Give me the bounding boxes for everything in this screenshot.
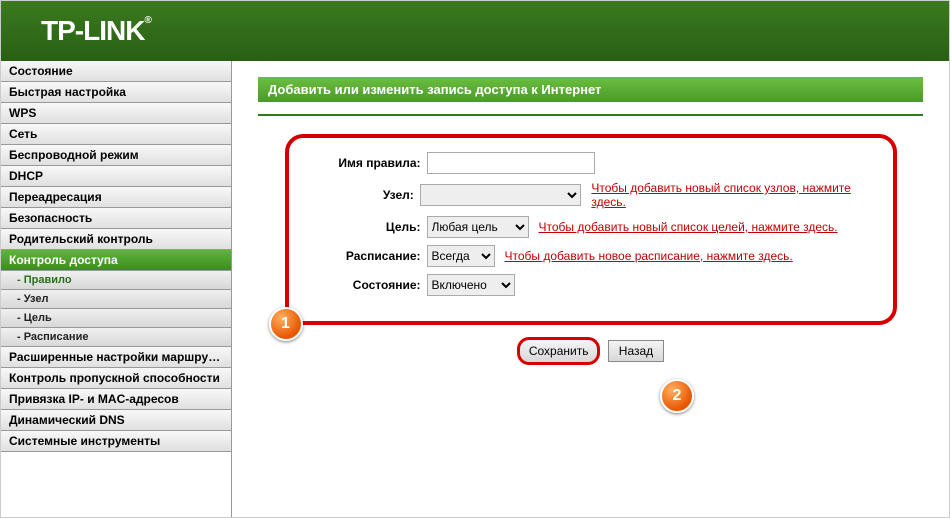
button-bar: Сохранить Назад bbox=[258, 337, 923, 365]
add-host-link[interactable]: Чтобы добавить новый список узлов, нажми… bbox=[591, 181, 870, 209]
sidebar-sub-9-1[interactable]: - Узел bbox=[1, 290, 231, 309]
sidebar-item-10[interactable]: Расширенные настройки маршрутизации bbox=[1, 347, 231, 368]
target-label: Цель: bbox=[311, 220, 427, 234]
content-area: Добавить или изменить запись доступа к И… bbox=[232, 61, 949, 517]
divider bbox=[258, 114, 923, 116]
sidebar-item-8[interactable]: Родительский контроль bbox=[1, 229, 231, 250]
router-admin-page: TP-LINK® СостояниеБыстрая настройкаWPSСе… bbox=[0, 0, 950, 518]
form-highlight-box: Имя правила: Узел: Чтобы добавить новый … bbox=[285, 134, 897, 325]
schedule-label: Расписание: bbox=[311, 249, 427, 263]
sidebar-item-3[interactable]: Сеть bbox=[1, 124, 231, 145]
page-title: Добавить или изменить запись доступа к И… bbox=[258, 77, 923, 102]
annotation-marker-2: 2 bbox=[660, 379, 694, 413]
schedule-select[interactable]: Всегда bbox=[427, 245, 495, 267]
add-target-link[interactable]: Чтобы добавить новый список целей, нажми… bbox=[539, 220, 838, 234]
sidebar-sub-9-3[interactable]: - Расписание bbox=[1, 328, 231, 347]
header: TP-LINK® bbox=[1, 1, 949, 61]
state-label: Состояние: bbox=[311, 278, 427, 292]
add-schedule-link[interactable]: Чтобы добавить новое расписание, нажмите… bbox=[505, 249, 793, 263]
sidebar-item-9[interactable]: Контроль доступа bbox=[1, 250, 231, 271]
rule-name-input[interactable] bbox=[427, 152, 595, 174]
sidebar-item-5[interactable]: DHCP bbox=[1, 166, 231, 187]
body: СостояниеБыстрая настройкаWPSСетьБеспров… bbox=[1, 61, 949, 517]
rule-name-label: Имя правила: bbox=[311, 156, 427, 170]
sidebar-item-12[interactable]: Привязка IP- и MAC-адресов bbox=[1, 389, 231, 410]
annotation-marker-1: 1 bbox=[269, 307, 303, 341]
host-select[interactable] bbox=[420, 184, 582, 206]
sidebar-sub-9-2[interactable]: - Цель bbox=[1, 309, 231, 328]
sidebar-nav: СостояниеБыстрая настройкаWPSСетьБеспров… bbox=[1, 61, 232, 517]
state-select[interactable]: Включено bbox=[427, 274, 515, 296]
sidebar-item-0[interactable]: Состояние bbox=[1, 61, 231, 82]
sidebar-item-2[interactable]: WPS bbox=[1, 103, 231, 124]
sidebar-item-6[interactable]: Переадресация bbox=[1, 187, 231, 208]
sidebar-item-14[interactable]: Системные инструменты bbox=[1, 431, 231, 452]
back-button[interactable]: Назад bbox=[608, 340, 664, 362]
save-button[interactable]: Сохранить bbox=[517, 337, 601, 365]
host-label: Узел: bbox=[311, 188, 420, 202]
sidebar-item-4[interactable]: Беспроводной режим bbox=[1, 145, 231, 166]
sidebar-item-7[interactable]: Безопасность bbox=[1, 208, 231, 229]
target-select[interactable]: Любая цель bbox=[427, 216, 529, 238]
brand-logo: TP-LINK® bbox=[41, 15, 151, 47]
sidebar-sub-9-0[interactable]: - Правило bbox=[1, 271, 231, 290]
sidebar-item-13[interactable]: Динамический DNS bbox=[1, 410, 231, 431]
sidebar-item-1[interactable]: Быстрая настройка bbox=[1, 82, 231, 103]
sidebar-item-11[interactable]: Контроль пропускной способности bbox=[1, 368, 231, 389]
